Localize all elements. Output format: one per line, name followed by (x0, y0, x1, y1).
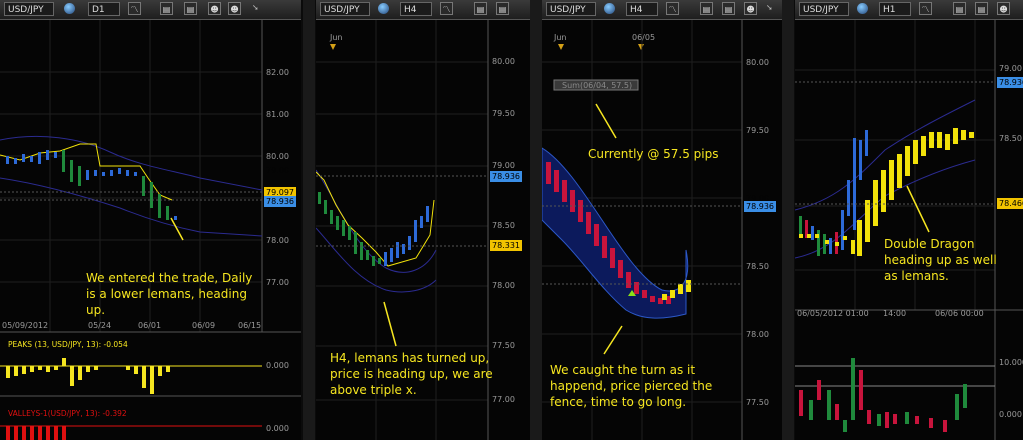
price-chart[interactable] (0, 20, 301, 440)
timeframe-label: H4 (404, 5, 417, 15)
bid-price-tag: 78.936 (490, 171, 522, 182)
globe-icon[interactable] (378, 3, 389, 14)
timeframe-selector[interactable]: D1 (88, 2, 120, 16)
user-icon[interactable]: ☻ (744, 2, 757, 15)
date-label: 06/09 (192, 321, 216, 330)
template-icon[interactable]: ▤ (722, 2, 735, 15)
price-label: 80.00 (266, 152, 289, 161)
price-label: 78.50 (999, 134, 1022, 143)
bid-price-tag: 78.936 (997, 77, 1023, 88)
symbol-selector[interactable]: USD/JPY (320, 2, 370, 16)
price-label: 81.00 (266, 110, 289, 119)
price-label: 82.00 (266, 68, 289, 77)
price-label: 78.00 (492, 281, 515, 290)
indicator-zero-label: 0.000 (266, 361, 289, 370)
template-icon[interactable]: ▤ (975, 2, 988, 15)
symbol-label: USD/JPY (803, 5, 839, 15)
chart-panel-d1: USD/JPY D1 〽 ▤ ▤ ☻ ☻ ➘ 82.00 81.00 80.00… (0, 0, 301, 440)
properties-icon[interactable]: ▤ (700, 2, 713, 15)
symbol-label: USD/JPY (8, 5, 44, 15)
price-label: 79.00 (492, 161, 515, 170)
annotation-text: Double Dragon heading up as well as lema… (884, 237, 997, 283)
properties-icon[interactable]: ▤ (953, 2, 966, 15)
timeframe-selector[interactable]: H1 (879, 2, 911, 16)
panel-separator (303, 0, 315, 440)
price-label: 78.50 (746, 262, 769, 271)
price-label: 80.00 (746, 58, 769, 67)
panel-separator (530, 0, 542, 440)
price-label: 79.00 (999, 64, 1022, 73)
price-label: 79.50 (746, 126, 769, 135)
valleys-indicator-label: VALLEYS-1(USD/JPY, 13): -0.392 (8, 409, 127, 418)
cursor-icon[interactable]: ➘ (766, 3, 773, 12)
globe-icon[interactable] (857, 3, 868, 14)
price-chart[interactable] (795, 20, 1023, 440)
panel-separator (782, 0, 794, 440)
timeframe-selector[interactable]: H4 (626, 2, 658, 16)
indicator-zero-label: 0.000 (266, 424, 289, 433)
chart-panel-h1: USD/JPY H1 〽 ▤ ▤ ☻ 79.00 78.50 78.93 78.… (795, 0, 1023, 440)
globe-icon[interactable] (604, 3, 615, 14)
symbol-label: USD/JPY (550, 5, 586, 15)
cursor-icon[interactable]: ➘ (252, 3, 259, 12)
date-label: 06/15 (238, 321, 262, 330)
price-label: 79.00 (266, 166, 289, 175)
chart-type-icon[interactable]: 〽 (666, 2, 679, 15)
properties-icon[interactable]: ▤ (160, 2, 173, 15)
chart-panel-h4-zoom: USD/JPY H4 〽 ▤ ▤ ☻ ➘ Jun 06/05 Sum(06/04… (542, 0, 782, 440)
indicator-bars (799, 358, 967, 432)
timeframe-selector[interactable]: H4 (400, 2, 432, 16)
bid-price-tag: 78.936 (264, 196, 296, 207)
user-icon[interactable]: ☻ (208, 2, 221, 15)
annotation-top: Currently @ 57.5 pips (588, 147, 719, 161)
bid-price-tag: 78.936 (744, 201, 776, 212)
indicator-value-label: 10.000 (999, 358, 1023, 367)
price-label: 77.00 (492, 395, 515, 404)
chart-toolbar: USD/JPY H4 〽 ▤ ▤ ☻ ➘ (542, 0, 782, 20)
box-label: Sum(06/04, 57.5) (562, 81, 633, 90)
timeframe-label: D1 (92, 5, 105, 15)
properties-icon[interactable]: ▤ (474, 2, 487, 15)
peaks-indicator-label: PEAKS (13, USD/JPY, 13): -0.054 (8, 340, 128, 349)
symbol-selector[interactable]: USD/JPY (546, 2, 596, 16)
indicator-value-label: 0.000 (999, 410, 1022, 419)
price-label: 78.00 (746, 330, 769, 339)
date-label: 05/09/2012 (2, 321, 49, 330)
user-alt-icon[interactable]: ☻ (228, 2, 241, 15)
timeframe-label: H4 (630, 5, 643, 15)
chart-toolbar: USD/JPY H4 〽 ▤ ▤ (316, 0, 530, 20)
annotation-text: H4, lemans has turned up, price is headi… (330, 351, 493, 397)
valleys-bars (6, 426, 66, 440)
timeframe-label: H1 (883, 5, 896, 15)
chart-toolbar: USD/JPY D1 〽 ▤ ▤ ☻ ☻ ➘ (0, 0, 301, 20)
chart-type-icon[interactable]: 〽 (440, 2, 453, 15)
globe-icon[interactable] (64, 3, 75, 14)
price-label: 77.50 (746, 398, 769, 407)
price-label: 78.00 (266, 236, 289, 245)
date-label: 14:00 (883, 309, 907, 318)
date-label: 06/05/2012 01:00 (797, 309, 869, 318)
chart-type-icon[interactable]: 〽 (128, 2, 141, 15)
price-label: 78.50 (492, 221, 515, 230)
date-label: 05/24 (88, 321, 112, 330)
template-icon[interactable]: ▤ (496, 2, 509, 15)
template-icon[interactable]: ▤ (184, 2, 197, 15)
price-label: 77.50 (492, 341, 515, 350)
price-label: 79.50 (492, 109, 515, 118)
price-label: 80.00 (492, 57, 515, 66)
chart-type-icon[interactable]: 〽 (919, 2, 932, 15)
user-icon[interactable]: ☻ (997, 2, 1010, 15)
date-label: 06/01 (138, 321, 162, 330)
chart-toolbar: USD/JPY H1 〽 ▤ ▤ ☻ (795, 0, 1023, 20)
date-label: 06/06 00:00 (935, 309, 984, 318)
symbol-label: USD/JPY (324, 5, 360, 15)
symbol-selector[interactable]: USD/JPY (799, 2, 849, 16)
chart-panel-h4: USD/JPY H4 〽 ▤ ▤ Jun 80.00 79.50 79.00 7… (316, 0, 530, 440)
price-label: 77.00 (266, 278, 289, 287)
current-price-tag: 78.331 (490, 240, 522, 251)
current-price-tag: 78.466 (997, 198, 1023, 209)
annotation-text: We entered the trade, Daily is a lower l… (86, 271, 253, 317)
annotation-text: We caught the turn as it happend, price … (550, 363, 713, 409)
symbol-selector[interactable]: USD/JPY (4, 2, 54, 16)
